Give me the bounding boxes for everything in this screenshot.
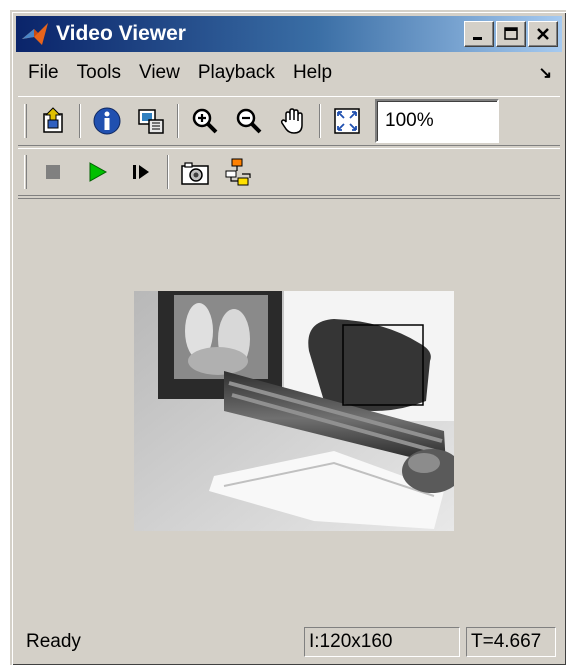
- time-field: T=4.667: [466, 627, 556, 657]
- snapshot-button[interactable]: [177, 154, 213, 190]
- window-controls: [464, 21, 558, 47]
- matlab-logo-icon: [22, 23, 48, 45]
- minimize-icon: [473, 37, 482, 40]
- highlight-signal-button[interactable]: [221, 154, 257, 190]
- info-icon: [93, 107, 121, 135]
- parent-model-icon: [43, 107, 63, 133]
- stop-icon: [46, 165, 60, 179]
- menu-help[interactable]: Help: [284, 62, 341, 84]
- video-viewer-window: Video Viewer File Tools View Playback He…: [10, 10, 566, 665]
- export-icon: [138, 109, 164, 134]
- toolbar-separator: [79, 104, 81, 138]
- menu-view[interactable]: View: [130, 62, 189, 84]
- toolbar-grip[interactable]: [24, 155, 27, 189]
- video-frame[interactable]: [134, 291, 454, 531]
- image-size-field: I:120x160: [304, 627, 460, 657]
- zoom-out-button[interactable]: [231, 103, 267, 139]
- toolbar-separator: [167, 155, 169, 189]
- zoom-level-field[interactable]: 100%: [375, 99, 499, 143]
- close-icon: [537, 28, 549, 40]
- snapshot-camera-icon: [181, 162, 209, 185]
- pan-hand-icon: [280, 108, 303, 134]
- minimize-button[interactable]: [464, 21, 494, 47]
- pan-button[interactable]: [275, 103, 311, 139]
- toolbar-separator: [319, 104, 321, 138]
- play-button[interactable]: [79, 154, 115, 190]
- fit-to-window-icon: [334, 108, 360, 134]
- menu-playback[interactable]: Playback: [189, 62, 284, 84]
- fit-to-window-button[interactable]: [329, 103, 365, 139]
- stop-button[interactable]: [35, 154, 71, 190]
- step-forward-icon: [133, 165, 149, 179]
- maximize-icon: [504, 27, 518, 40]
- menu-bar: File Tools View Playback Help ↘: [18, 56, 560, 90]
- main-toolbar: 100%: [18, 96, 560, 146]
- info-button[interactable]: [89, 103, 125, 139]
- video-display-area[interactable]: [18, 198, 560, 621]
- zoom-in-button[interactable]: [187, 103, 223, 139]
- window-title: Video Viewer: [56, 22, 186, 45]
- toolbar-grip[interactable]: [24, 104, 27, 138]
- zoom-in-icon: [192, 108, 218, 134]
- status-bar: Ready I:120x160 T=4.667: [18, 625, 560, 659]
- close-button[interactable]: [528, 21, 558, 47]
- toolbar-separator: [177, 104, 179, 138]
- play-icon: [89, 162, 108, 182]
- zoom-out-icon: [236, 108, 262, 134]
- status-text: Ready: [26, 631, 81, 652]
- highlight-signal-icon: [225, 158, 251, 186]
- menu-file[interactable]: File: [18, 62, 68, 84]
- video-frame-image: [134, 291, 454, 531]
- step-forward-button[interactable]: [123, 154, 159, 190]
- dock-arrow-icon[interactable]: ↘: [539, 63, 552, 83]
- parent-model-button[interactable]: [35, 103, 71, 139]
- playback-toolbar: [18, 148, 560, 196]
- export-button[interactable]: [133, 103, 169, 139]
- maximize-button[interactable]: [496, 21, 526, 47]
- title-bar[interactable]: Video Viewer: [16, 16, 562, 52]
- menu-tools[interactable]: Tools: [68, 62, 130, 84]
